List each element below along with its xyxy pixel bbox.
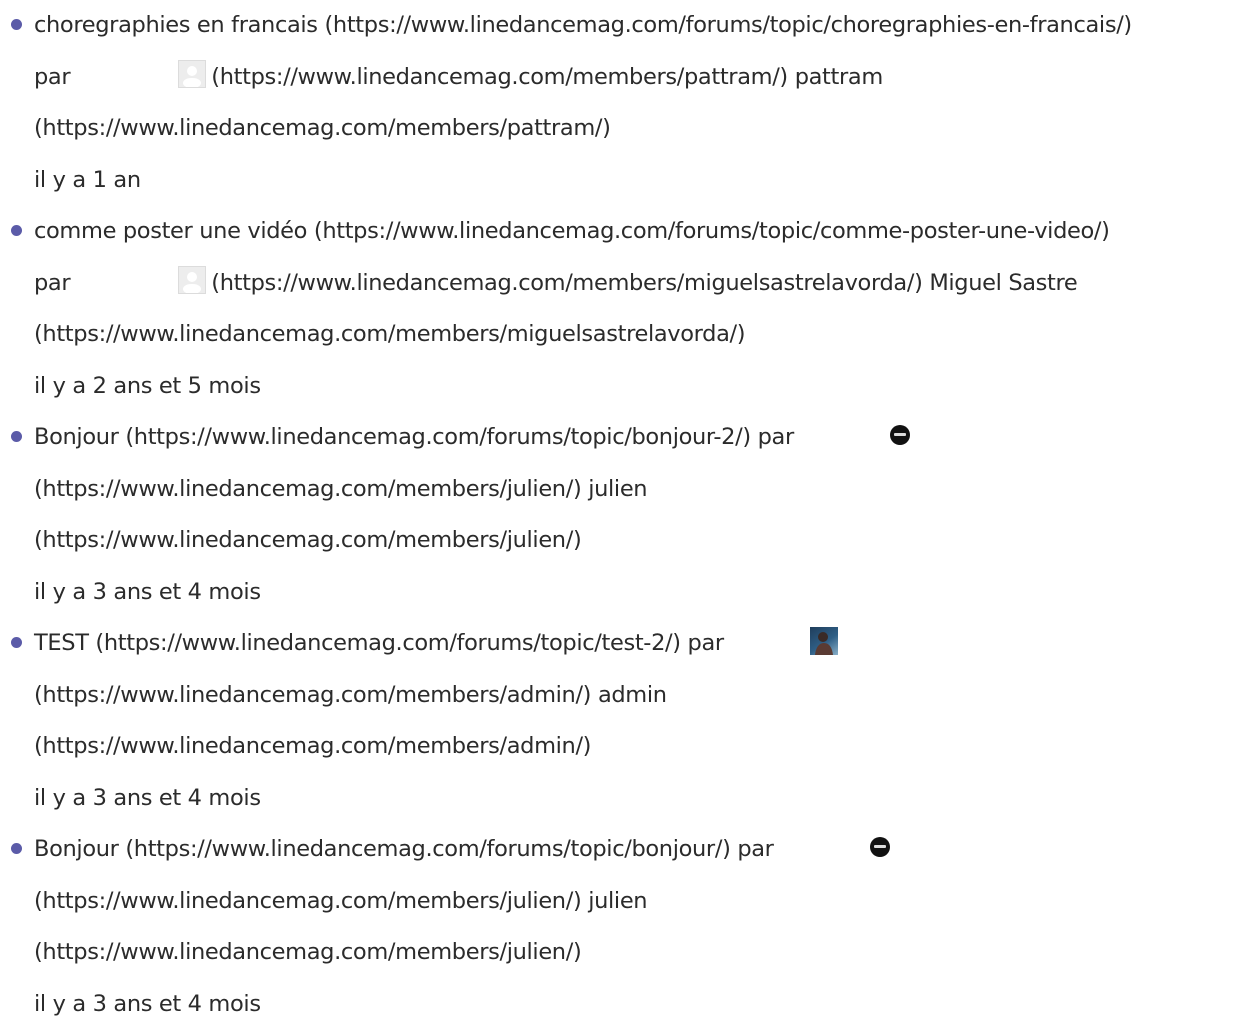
topic-title-link[interactable]: Bonjour bbox=[34, 836, 119, 862]
topic-time: il y a 3 ans et 4 mois bbox=[34, 579, 261, 605]
author-name-link[interactable]: julien bbox=[588, 476, 647, 502]
member-url[interactable]: (https://www.linedancemag.com/members/ju… bbox=[34, 476, 581, 502]
member-url[interactable]: (https://www.linedancemag.com/members/ju… bbox=[34, 888, 581, 914]
member-url[interactable]: (https://www.linedancemag.com/members/mi… bbox=[34, 321, 745, 347]
time-line: il y a 3 ans et 4 mois bbox=[34, 773, 1260, 825]
topic-title-link[interactable]: Bonjour bbox=[34, 424, 119, 450]
by-label: par bbox=[34, 270, 70, 296]
author-line: (https://www.linedancemag.com/members/ju… bbox=[34, 876, 1260, 928]
author-line: par (https://www.linedancemag.com/members… bbox=[34, 52, 1260, 104]
member-url-line: (https://www.linedancemag.com/members/ju… bbox=[34, 927, 1260, 979]
topic-title-link[interactable]: comme poster une vidéo bbox=[34, 218, 307, 244]
member-url[interactable]: (https://www.linedancemag.com/members/mi… bbox=[211, 270, 922, 296]
by-label: par bbox=[758, 424, 794, 450]
member-url-line: (https://www.linedancemag.com/members/mi… bbox=[34, 309, 1260, 361]
author-line: par (https://www.linedancemag.com/members… bbox=[34, 258, 1260, 310]
by-label: par bbox=[737, 836, 773, 862]
topic-time: il y a 3 ans et 4 mois bbox=[34, 785, 261, 811]
recent-topics-list: choregraphies en francais (https://www.l… bbox=[0, 0, 1260, 1030]
member-url-line: (https://www.linedancemag.com/members/pa… bbox=[34, 103, 1260, 155]
list-item: choregraphies en francais (https://www.l… bbox=[0, 0, 1260, 206]
by-label: par bbox=[34, 64, 70, 90]
default-avatar-icon[interactable] bbox=[178, 266, 206, 294]
logo-avatar-icon[interactable] bbox=[890, 425, 910, 445]
by-label: par bbox=[688, 630, 724, 656]
author-name-link[interactable]: Miguel Sastre bbox=[929, 270, 1077, 296]
list-item: comme poster une vidéo (https://www.line… bbox=[0, 206, 1260, 412]
member-url[interactable]: (https://www.linedancemag.com/members/ad… bbox=[34, 682, 591, 708]
topic-line: choregraphies en francais (https://www.l… bbox=[34, 0, 1260, 52]
default-avatar-icon[interactable] bbox=[178, 60, 206, 88]
time-line: il y a 3 ans et 4 mois bbox=[34, 979, 1260, 1030]
topic-title-link[interactable]: choregraphies en francais bbox=[34, 12, 318, 38]
topic-line: Bonjour (https://www.linedancemag.com/fo… bbox=[34, 824, 1260, 876]
time-line: il y a 2 ans et 5 mois bbox=[34, 361, 1260, 413]
time-line: il y a 3 ans et 4 mois bbox=[34, 567, 1260, 619]
list-item: Bonjour (https://www.linedancemag.com/fo… bbox=[0, 412, 1260, 618]
topic-url[interactable]: (https://www.linedancemag.com/forums/top… bbox=[314, 218, 1110, 244]
author-name-link[interactable]: pattram bbox=[795, 64, 883, 90]
logo-avatar-icon[interactable] bbox=[870, 837, 890, 857]
topic-time: il y a 2 ans et 5 mois bbox=[34, 373, 261, 399]
topic-time: il y a 3 ans et 4 mois bbox=[34, 991, 261, 1017]
topic-line: TEST (https://www.linedancemag.com/forum… bbox=[34, 618, 1260, 670]
member-url[interactable]: (https://www.linedancemag.com/members/ju… bbox=[34, 939, 581, 965]
topic-url[interactable]: (https://www.linedancemag.com/forums/top… bbox=[95, 630, 680, 656]
time-line: il y a 1 an bbox=[34, 155, 1260, 207]
photo-avatar-icon[interactable] bbox=[810, 627, 838, 655]
member-url[interactable]: (https://www.linedancemag.com/members/ju… bbox=[34, 527, 581, 553]
list-item: Bonjour (https://www.linedancemag.com/fo… bbox=[0, 824, 1260, 1030]
topic-url[interactable]: (https://www.linedancemag.com/forums/top… bbox=[325, 12, 1132, 38]
topic-title-link[interactable]: TEST bbox=[34, 630, 89, 656]
member-url[interactable]: (https://www.linedancemag.com/members/pa… bbox=[34, 115, 611, 141]
topic-url[interactable]: (https://www.linedancemag.com/forums/top… bbox=[125, 424, 750, 450]
topic-url[interactable]: (https://www.linedancemag.com/forums/top… bbox=[125, 836, 730, 862]
topic-line: comme poster une vidéo (https://www.line… bbox=[34, 206, 1260, 258]
member-url[interactable]: (https://www.linedancemag.com/members/pa… bbox=[211, 64, 788, 90]
topic-time: il y a 1 an bbox=[34, 167, 141, 193]
author-name-link[interactable]: admin bbox=[598, 682, 667, 708]
member-url-line: (https://www.linedancemag.com/members/ju… bbox=[34, 515, 1260, 567]
member-url-line: (https://www.linedancemag.com/members/ad… bbox=[34, 721, 1260, 773]
author-line: (https://www.linedancemag.com/members/ad… bbox=[34, 670, 1260, 722]
list-item: TEST (https://www.linedancemag.com/forum… bbox=[0, 618, 1260, 824]
author-name-link[interactable]: julien bbox=[588, 888, 647, 914]
topic-line: Bonjour (https://www.linedancemag.com/fo… bbox=[34, 412, 1260, 464]
author-line: (https://www.linedancemag.com/members/ju… bbox=[34, 464, 1260, 516]
member-url[interactable]: (https://www.linedancemag.com/members/ad… bbox=[34, 733, 591, 759]
